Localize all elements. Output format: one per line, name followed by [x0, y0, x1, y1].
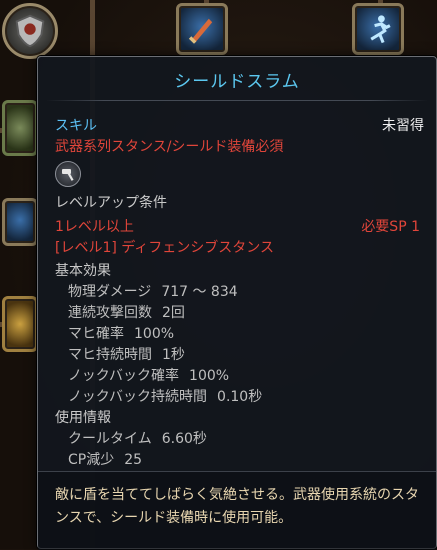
stat-value: 0.10秒 — [217, 389, 263, 405]
stat-label: 連続攻撃回数 — [68, 305, 152, 321]
stat-value: 1秒 — [162, 347, 185, 363]
learn-status: 未習得 — [382, 118, 424, 134]
stat-label: マヒ確率 — [68, 326, 124, 342]
stat-label: マヒ持続時間 — [68, 347, 152, 363]
sp-requirement: 必要SP 1 — [361, 219, 420, 235]
skill-category: スキル — [55, 118, 97, 134]
levelup-header: レベルアップ条件 — [55, 195, 167, 211]
stance-skill-icon[interactable] — [2, 198, 38, 246]
prerequisite-skill: [レベル1] ディフェンシブスタンス — [55, 240, 275, 256]
stat-label: ノックバック確率 — [68, 368, 180, 384]
stat-row: ノックバック確率 100% — [68, 365, 229, 385]
base-effect-header: 基本効果 — [55, 263, 111, 279]
skill-title: シールドスラム — [174, 72, 300, 92]
green-skill-icon[interactable] — [2, 100, 38, 156]
stat-row: クールタイム 6.60秒 — [68, 428, 207, 448]
stat-label: CP減少 — [68, 452, 115, 468]
equip-requirement: 武器系列スタンス/シールド装備必須 — [55, 139, 284, 155]
description-box: 敵に盾を当ててしばらく気絶させる。武器使用系統のスタンスで、シールド装備時に使用… — [38, 471, 436, 550]
stat-value: 2回 — [162, 305, 185, 321]
stat-label: クールタイム — [68, 431, 152, 447]
stat-row: マヒ確率 100% — [68, 323, 174, 343]
stat-value: 25 — [124, 452, 143, 468]
stat-label: ノックバック持続時間 — [68, 389, 208, 405]
skill-tooltip: シールドスラム スキル 未習得 武器系列スタンス/シールド装備必須 レベルアップ… — [37, 56, 437, 550]
shield-skill-icon[interactable] — [2, 3, 58, 59]
stat-row: 物理ダメージ 717 ～ 834 — [68, 281, 238, 301]
stat-value: 100% — [189, 368, 230, 384]
stat-row: 連続攻撃回数 2回 — [68, 302, 185, 322]
stat-label: 物理ダメージ — [68, 284, 152, 300]
stat-row: CP減少 25 — [68, 449, 142, 469]
gold-skill-icon[interactable] — [2, 296, 38, 352]
usage-header: 使用情報 — [55, 410, 111, 426]
dash-skill-icon[interactable] — [352, 3, 404, 55]
skill-description: 敵に盾を当ててしばらく気絶させる。武器使用系統のスタンスで、シールド装備時に使用… — [55, 487, 419, 526]
title-divider — [46, 100, 428, 101]
stat-value: 100% — [134, 326, 175, 342]
hammer-icon — [55, 161, 81, 187]
sword-skill-icon[interactable] — [176, 3, 228, 55]
level-requirement: 1レベル以上 — [55, 219, 134, 235]
stat-row: マヒ持続時間 1秒 — [68, 344, 185, 364]
stat-value: 6.60秒 — [161, 431, 207, 447]
stat-value: 717 ～ 834 — [161, 284, 238, 300]
stat-row: ノックバック持続時間 0.10秒 — [68, 386, 262, 406]
